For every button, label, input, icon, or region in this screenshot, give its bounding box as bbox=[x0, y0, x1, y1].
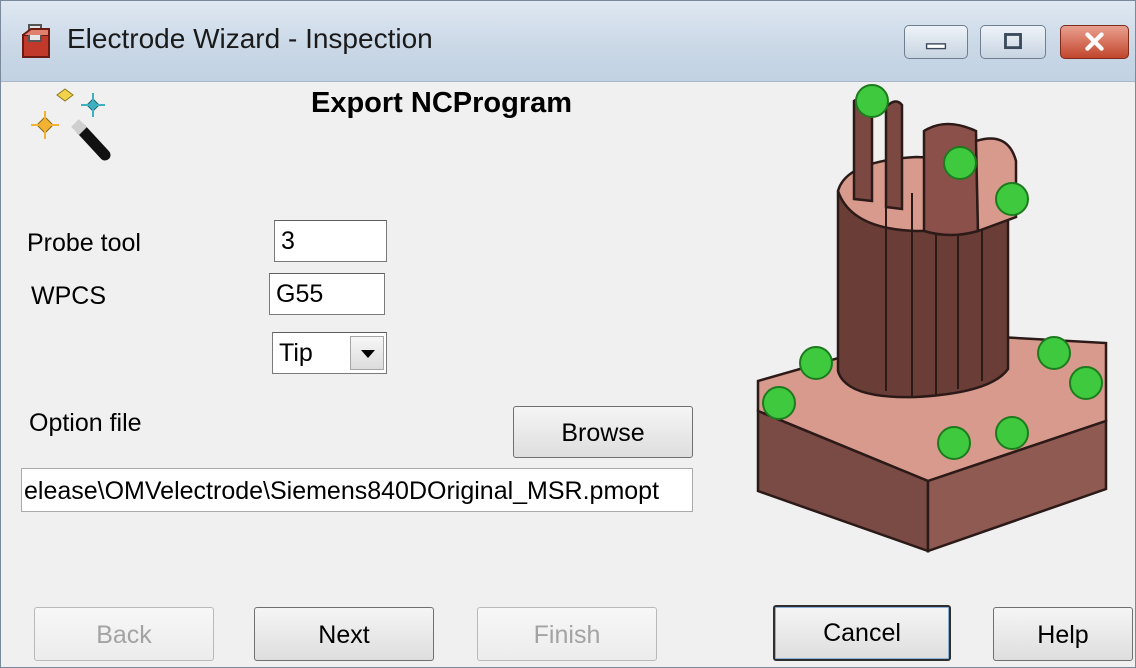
tip-select[interactable]: Tip bbox=[272, 332, 387, 374]
back-button-label: Back bbox=[96, 621, 152, 649]
tip-select-value: Tip bbox=[279, 339, 313, 367]
page-heading: Export NCProgram bbox=[311, 87, 573, 119]
close-icon bbox=[1085, 32, 1104, 51]
probe-tool-input[interactable]: 3 bbox=[274, 220, 387, 262]
chevron-down-icon[interactable] bbox=[350, 336, 384, 370]
next-button-label: Next bbox=[318, 621, 370, 649]
option-file-path-input[interactable]: elease\OMVelectrode\Siemens840DOriginal_… bbox=[21, 468, 693, 512]
electrode-wizard-window: Electrode Wizard - Inspection Export NCP… bbox=[0, 0, 1136, 668]
wizard-wand-icon bbox=[31, 88, 111, 161]
browse-button-label: Browse bbox=[561, 419, 645, 447]
electrode-preview-image bbox=[756, 84, 1108, 553]
cancel-button-label: Cancel bbox=[823, 619, 901, 647]
electrode-app-icon bbox=[22, 24, 50, 58]
finish-button[interactable]: Finish bbox=[477, 607, 657, 661]
finish-button-label: Finish bbox=[533, 621, 601, 649]
back-button[interactable]: Back bbox=[34, 607, 214, 661]
browse-button[interactable]: Browse bbox=[513, 406, 693, 458]
close-button[interactable] bbox=[1060, 25, 1129, 59]
next-button[interactable]: Next bbox=[254, 607, 434, 661]
maximize-button[interactable] bbox=[980, 25, 1046, 59]
option-file-label: Option file bbox=[29, 409, 142, 437]
cancel-button[interactable]: Cancel bbox=[773, 605, 951, 661]
wpcs-label: WPCS bbox=[31, 282, 106, 310]
wpcs-input[interactable]: G55 bbox=[269, 273, 385, 315]
window-title: Electrode Wizard - Inspection bbox=[67, 23, 433, 54]
maximize-icon bbox=[1004, 33, 1022, 50]
help-button[interactable]: Help bbox=[993, 607, 1133, 661]
help-button-label: Help bbox=[1037, 621, 1089, 649]
minimize-button[interactable] bbox=[904, 25, 968, 59]
probe-tool-label: Probe tool bbox=[27, 229, 141, 257]
minimize-icon bbox=[925, 43, 947, 50]
title-bar[interactable]: Electrode Wizard - Inspection bbox=[1, 1, 1135, 82]
